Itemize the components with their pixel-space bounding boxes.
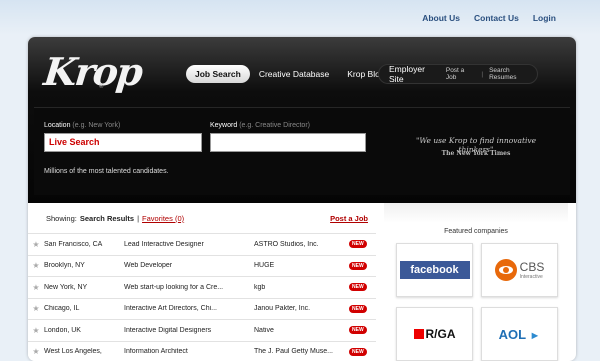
facebook-wordmark: facebook bbox=[399, 261, 470, 279]
search-results-tab[interactable]: Search Results bbox=[80, 214, 134, 223]
aol-mark: AOL ► bbox=[499, 327, 541, 342]
star-icon[interactable]: ★ bbox=[28, 240, 44, 249]
cbs-wordmark: CBS Interactive bbox=[520, 260, 545, 280]
about-us-link[interactable]: About Us bbox=[422, 13, 460, 23]
new-badge: NEW bbox=[349, 240, 367, 249]
rga-mark: R/GA bbox=[413, 327, 456, 341]
registered-mark: ® bbox=[99, 84, 104, 90]
job-company: ASTRO Studios, Inc. bbox=[254, 240, 319, 248]
cbs-eye-icon bbox=[494, 259, 517, 281]
keyword-label-text: Keyword bbox=[210, 122, 238, 129]
employer-bar: Employer Site Post a Job | Search Resume… bbox=[378, 64, 538, 84]
table-row[interactable]: ★ Chicago, IL Interactive Art Directors,… bbox=[28, 297, 376, 320]
job-company: kgb bbox=[254, 283, 266, 291]
job-location: Chicago, IL bbox=[44, 305, 80, 313]
job-title[interactable]: Web Developer bbox=[124, 262, 254, 269]
post-a-job-button[interactable]: Post a Job bbox=[330, 214, 368, 223]
new-badge: NEW bbox=[349, 283, 367, 292]
employer-site-link[interactable]: Employer Site bbox=[389, 64, 440, 84]
rga-square-icon bbox=[413, 329, 424, 339]
job-company: HUGE bbox=[254, 262, 275, 270]
aol-logo[interactable]: AOL ► bbox=[481, 307, 558, 361]
tab-job-search[interactable]: Job Search bbox=[186, 65, 250, 83]
krop-logo[interactable]: Krop bbox=[42, 49, 144, 94]
table-row[interactable]: ★ San Francisco, CA Lead Interactive Des… bbox=[28, 233, 376, 255]
favorites-link[interactable]: Favorites (0) bbox=[142, 214, 184, 223]
job-company: Janou Pakter, Inc. bbox=[254, 305, 311, 313]
new-badge: NEW bbox=[349, 326, 367, 335]
keyword-label: Keyword (e.g. Creative Director) bbox=[210, 122, 310, 129]
location-label: Location (e.g. New York) bbox=[44, 122, 120, 129]
location-hint: (e.g. New York) bbox=[72, 122, 121, 129]
keyword-input[interactable] bbox=[210, 133, 366, 152]
rga-logo[interactable]: R/GA bbox=[396, 307, 473, 361]
job-title[interactable]: Web start-up looking for a Cre... bbox=[124, 284, 254, 291]
location-input[interactable]: Live Search bbox=[44, 133, 202, 152]
contact-us-link[interactable]: Contact Us bbox=[474, 13, 519, 23]
table-row[interactable]: ★ London, UK Interactive Digital Designe… bbox=[28, 319, 376, 341]
star-icon[interactable]: ★ bbox=[28, 283, 44, 292]
job-title[interactable]: Interactive Digital Designers bbox=[124, 327, 254, 334]
new-badge: NEW bbox=[349, 304, 367, 313]
results-header: Showing: Search Results | Favorites (0) … bbox=[28, 203, 376, 233]
results-panel: Showing: Search Results | Favorites (0) … bbox=[28, 203, 376, 361]
results-separator: | bbox=[137, 213, 140, 223]
new-badge: NEW bbox=[349, 261, 367, 270]
cbs-name: CBS bbox=[519, 260, 545, 274]
facebook-logo[interactable]: facebook bbox=[396, 243, 473, 297]
job-location: West Los Angeles, bbox=[44, 348, 102, 356]
job-title[interactable]: Interactive Art Directors, Chi... bbox=[124, 305, 254, 312]
table-row[interactable]: ★ New York, NY Web start-up looking for … bbox=[28, 276, 376, 298]
post-a-job-link[interactable]: Post a Job bbox=[446, 67, 476, 81]
main-card: Krop ® Job Search Creative Database Krop… bbox=[28, 37, 576, 361]
aol-wordmark: AOL bbox=[498, 326, 526, 342]
star-icon[interactable]: ★ bbox=[28, 347, 44, 356]
hero-header: Krop ® Job Search Creative Database Krop… bbox=[28, 37, 576, 203]
star-icon[interactable]: ★ bbox=[28, 261, 44, 270]
search-resumes-link[interactable]: Search Resumes bbox=[489, 67, 537, 81]
tagline: Millions of the most talented candidates… bbox=[44, 168, 169, 175]
job-title[interactable]: Information Architect bbox=[124, 348, 254, 355]
aol-play-icon: ► bbox=[529, 329, 541, 342]
rga-wordmark: R/GA bbox=[425, 327, 456, 341]
job-location: Brooklyn, NY bbox=[44, 262, 85, 270]
job-company: Native bbox=[254, 326, 274, 334]
top-nav: About Us Contact Us Login bbox=[422, 13, 556, 23]
showing-label: Showing: bbox=[46, 213, 77, 223]
main-nav: Job Search Creative Database Krop Blog bbox=[186, 65, 394, 83]
employer-separator: | bbox=[481, 70, 484, 78]
quote-source: The New York Times bbox=[441, 150, 511, 157]
keyword-hint: (e.g. Creative Director) bbox=[239, 122, 310, 129]
job-title[interactable]: Lead Interactive Designer bbox=[124, 241, 254, 248]
job-location: New York, NY bbox=[44, 283, 88, 291]
search-panel: Location (e.g. New York) Live Search Key… bbox=[34, 107, 570, 195]
featured-heading: Featured companies bbox=[444, 228, 508, 235]
star-icon[interactable]: ★ bbox=[28, 304, 44, 313]
location-label-text: Location bbox=[44, 122, 71, 129]
table-row[interactable]: ★ Brooklyn, NY Web Developer HUGE NEW bbox=[28, 254, 376, 277]
login-link[interactable]: Login bbox=[533, 13, 556, 23]
featured-companies-panel: Featured companies facebook CBS Interact… bbox=[384, 203, 568, 361]
cbs-sub: Interactive bbox=[519, 274, 543, 280]
job-company: The J. Paul Getty Muse... bbox=[254, 348, 333, 356]
job-location: San Francisco, CA bbox=[44, 240, 103, 248]
table-row[interactable]: ★ West Los Angeles, Information Architec… bbox=[28, 340, 376, 361]
cbs-mark: CBS Interactive bbox=[494, 259, 545, 281]
cbs-interactive-logo[interactable]: CBS Interactive bbox=[481, 243, 558, 297]
new-badge: NEW bbox=[349, 347, 367, 356]
job-location: London, UK bbox=[44, 326, 81, 334]
star-icon[interactable]: ★ bbox=[28, 326, 44, 335]
tab-creative-database[interactable]: Creative Database bbox=[250, 65, 338, 83]
